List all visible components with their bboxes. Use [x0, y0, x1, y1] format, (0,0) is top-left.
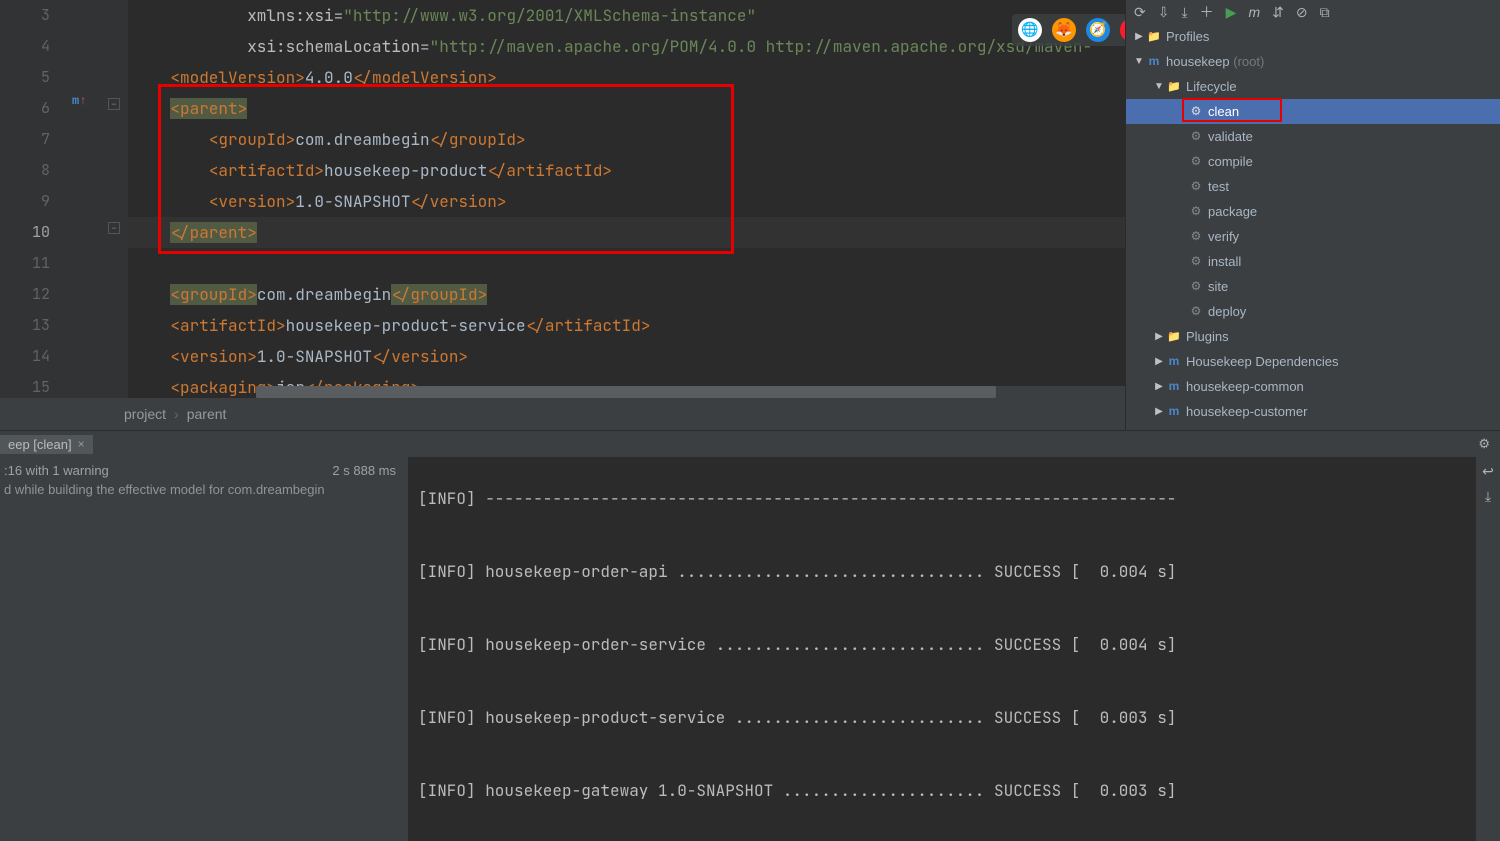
- toggle-skip-tests-icon[interactable]: ⊘: [1296, 4, 1308, 21]
- lifecycle-goal-test[interactable]: test: [1126, 174, 1500, 199]
- console-side-toolbar: ↩ ⤓: [1476, 457, 1500, 841]
- module-node[interactable]: ▶housekeep-customer: [1126, 399, 1500, 424]
- fold-start-icon[interactable]: −: [108, 98, 120, 110]
- opera-icon[interactable]: O: [1120, 18, 1125, 42]
- maven-module-icon: [1166, 404, 1182, 420]
- maven-marker-icon: m↑: [72, 94, 86, 108]
- root-project-node[interactable]: ▼housekeep (root): [1126, 49, 1500, 74]
- module-node[interactable]: ▶housekeep-common: [1126, 374, 1500, 399]
- scroll-to-end-icon[interactable]: ⤓: [1485, 488, 1491, 505]
- gear-icon: [1188, 254, 1204, 270]
- console-output[interactable]: [INFO] ---------------------------------…: [408, 457, 1476, 841]
- console-line: [INFO] housekeep-product-service .......…: [418, 702, 1476, 733]
- gear-icon: [1188, 129, 1204, 145]
- breadcrumb[interactable]: project›parent: [0, 398, 1125, 430]
- toggle-offline-icon[interactable]: ⇵: [1272, 4, 1284, 21]
- download-icon[interactable]: ⤓: [1181, 4, 1187, 21]
- profiles-node[interactable]: ▶Profiles: [1126, 24, 1500, 49]
- run-tab[interactable]: eep [clean]×: [0, 435, 93, 454]
- add-icon[interactable]: ＋: [1200, 2, 1214, 22]
- gear-icon: [1188, 279, 1204, 295]
- lifecycle-goal-deploy[interactable]: deploy: [1126, 299, 1500, 324]
- soft-wrap-icon[interactable]: ↩: [1482, 463, 1494, 480]
- lifecycle-goal-install[interactable]: install: [1126, 249, 1500, 274]
- gear-icon: [1188, 204, 1204, 220]
- lifecycle-goal-validate[interactable]: validate: [1126, 124, 1500, 149]
- build-status: :16 with 1 warning: [4, 463, 109, 478]
- horizontal-scrollbar[interactable]: [256, 386, 1125, 398]
- maven-module-icon: [1166, 354, 1182, 370]
- run-tool-window: eep [clean]× ⚙ :16 with 1 warning 2 s 888…: [0, 430, 1500, 841]
- show-deps-icon[interactable]: ⧉: [1320, 4, 1330, 21]
- lifecycle-goal-package[interactable]: package: [1126, 199, 1500, 224]
- generate-sources-icon[interactable]: ⇩: [1158, 4, 1170, 21]
- maven-toolbar: ⟳ ⇩ ⤓ ＋ ▶ m ⇵ ⊘ ⧉: [1126, 0, 1500, 24]
- gear-icon: [1188, 304, 1204, 320]
- build-warning: d while building the effective model for…: [0, 480, 408, 499]
- execute-goal-icon[interactable]: m: [1248, 4, 1260, 20]
- maven-tool-window: ⟳ ⇩ ⤓ ＋ ▶ m ⇵ ⊘ ⧉ ▶Profiles ▼housekeep (…: [1125, 0, 1500, 430]
- lifecycle-node[interactable]: ▼Lifecycle: [1126, 74, 1500, 99]
- maven-module-icon: [1166, 379, 1182, 395]
- console-line: [INFO] housekeep-order-api .............…: [418, 556, 1476, 587]
- firefox-icon[interactable]: 🦊: [1052, 18, 1076, 42]
- close-icon[interactable]: ×: [78, 437, 85, 451]
- maven-module-icon: [1146, 54, 1162, 70]
- maven-tree[interactable]: ▶Profiles ▼housekeep (root) ▼Lifecycle c…: [1126, 24, 1500, 430]
- console-line: [INFO] housekeep-order-service .........…: [418, 629, 1476, 660]
- run-icon[interactable]: ▶: [1226, 4, 1237, 21]
- lifecycle-goal-verify[interactable]: verify: [1126, 224, 1500, 249]
- console-line: [INFO] ---------------------------------…: [418, 483, 1476, 514]
- dependencies-node[interactable]: ▶Housekeep Dependencies: [1126, 349, 1500, 374]
- editor-area: 3 4 5 6 7 8 9 10 11 12 13 14 15 m↑ −: [0, 0, 1125, 430]
- gear-icon: [1188, 154, 1204, 170]
- chrome-icon[interactable]: 🌐: [1018, 18, 1042, 42]
- lifecycle-goal-site[interactable]: site: [1126, 274, 1500, 299]
- breadcrumb-item[interactable]: parent: [187, 406, 227, 422]
- code-editor[interactable]: 3 4 5 6 7 8 9 10 11 12 13 14 15 m↑ −: [0, 0, 1125, 398]
- lifecycle-goal-clean[interactable]: clean: [1126, 99, 1500, 124]
- console-line: [INFO] housekeep-gateway 1.0-SNAPSHOT ..…: [418, 775, 1476, 806]
- fold-end-icon[interactable]: −: [108, 222, 120, 234]
- plugins-node[interactable]: ▶Plugins: [1126, 324, 1500, 349]
- refresh-icon[interactable]: ⟳: [1134, 4, 1146, 21]
- lifecycle-goal-compile[interactable]: compile: [1126, 149, 1500, 174]
- run-tab-bar: eep [clean]× ⚙: [0, 431, 1500, 457]
- gear-icon: [1188, 179, 1204, 195]
- folder-icon: [1146, 29, 1162, 45]
- breadcrumb-item[interactable]: project: [124, 406, 166, 422]
- gear-icon: [1188, 104, 1204, 120]
- safari-icon[interactable]: 🧭: [1086, 18, 1110, 42]
- build-duration: 2 s 888 ms: [332, 463, 404, 478]
- gear-icon[interactable]: ⚙: [1478, 436, 1490, 452]
- build-output-tree[interactable]: :16 with 1 warning 2 s 888 ms d while bui…: [0, 457, 408, 841]
- code-content[interactable]: 🌐 🦊 🧭 O e e xmlns:xsi="http://www.w3.org…: [128, 0, 1125, 398]
- gutter-annotations: m↑ − −: [68, 0, 128, 398]
- folder-icon: [1166, 79, 1182, 95]
- folder-icon: [1166, 329, 1182, 345]
- gear-icon: [1188, 229, 1204, 245]
- browser-preview-toolbar: 🌐 🦊 🧭 O e e: [1012, 14, 1125, 46]
- line-gutter: 3 4 5 6 7 8 9 10 11 12 13 14 15: [0, 0, 68, 398]
